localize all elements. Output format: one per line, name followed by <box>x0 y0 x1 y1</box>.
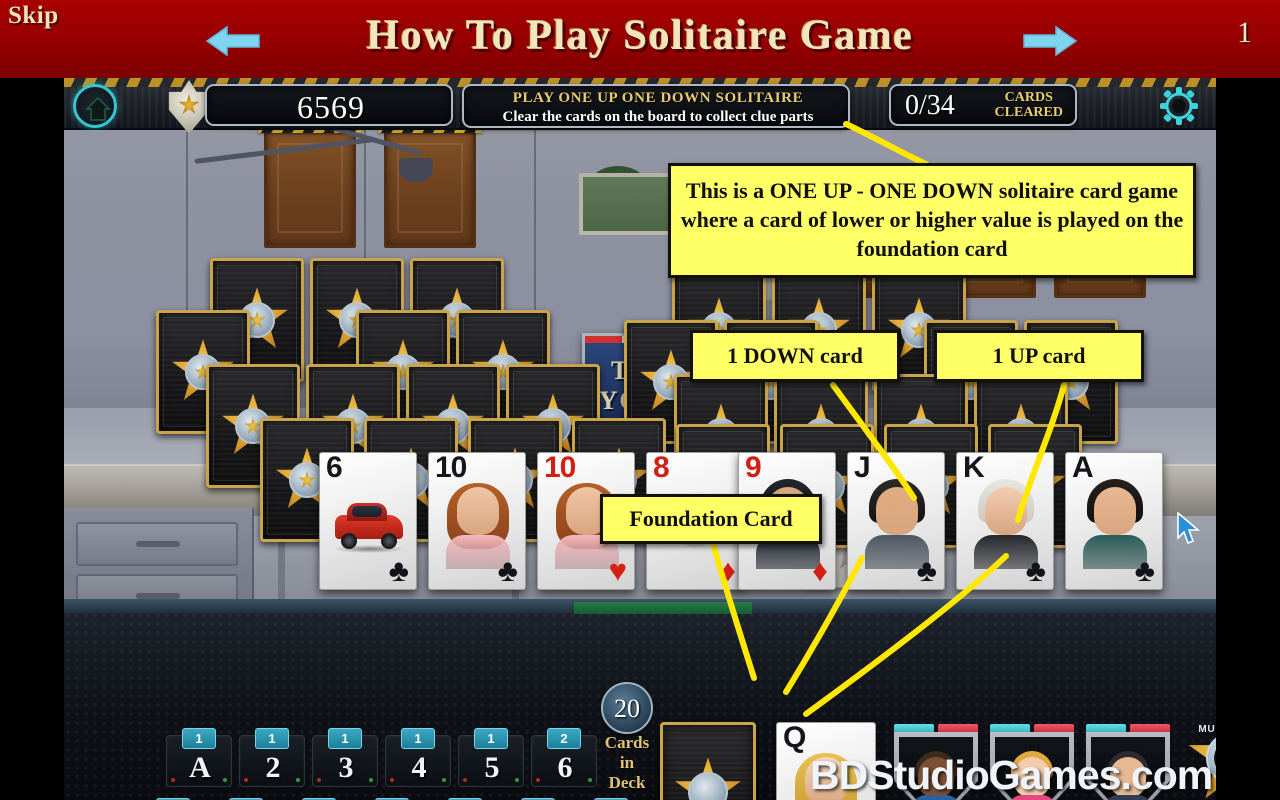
car-window <box>352 506 382 517</box>
rank-dot-left <box>390 778 394 782</box>
objective-title: PLAY ONE UP ONE DOWN SOLITAIRE <box>512 90 804 106</box>
rank-counter-count: 1 <box>182 728 216 749</box>
rank-dot-right <box>588 778 592 782</box>
rank-counter-count: 2 <box>547 728 581 749</box>
cards-cleared-label-line2: CLEARED <box>994 105 1063 120</box>
rank-counter-4[interactable]: 14 <box>385 728 451 787</box>
card-suit: ♣ <box>497 553 518 588</box>
rank-counter-2[interactable]: 12 <box>239 728 305 787</box>
open-card-6[interactable]: J ♣ <box>847 452 945 590</box>
home-icon[interactable] <box>73 84 117 128</box>
page-title: How To Play Solitaire Game <box>366 13 914 59</box>
rank-counter-A[interactable]: 1A <box>166 728 232 787</box>
page-number: 1 <box>1237 16 1252 49</box>
callout-main-rules[interactable]: This is a ONE UP - ONE DOWN solitaire ca… <box>668 163 1196 278</box>
next-page-arrow-icon[interactable] <box>1022 24 1078 58</box>
deck-pile-card-back[interactable] <box>660 722 756 800</box>
callout-one-down[interactable]: 1 DOWN card <box>690 330 900 382</box>
rank-dot-right <box>223 778 227 782</box>
card-suit: ♣ <box>916 553 937 588</box>
game-hud: 6569 PLAY ONE UP ONE DOWN SOLITAIRE Clea… <box>64 78 1216 134</box>
tutorial-header-bar: Skip How To Play Solitaire Game 1 <box>0 0 1280 78</box>
site-watermark: BDStudioGames.com <box>810 752 1213 798</box>
portrait-head <box>457 487 499 535</box>
objective-subtitle: Clear the cards on the board to collect … <box>502 109 814 125</box>
cards-cleared-label: CARDS CLEARED <box>995 90 1063 120</box>
portrait-head <box>985 487 1027 535</box>
card-suit: ♥ <box>608 553 627 588</box>
rank-dot-left <box>244 778 248 782</box>
rank-dot-right <box>515 778 519 782</box>
card-suit: ♣ <box>1025 553 1046 588</box>
open-card-7[interactable]: K ♣ <box>956 452 1054 590</box>
callout-one-up[interactable]: 1 UP card <box>934 330 1144 382</box>
deck-count-value: 20 <box>614 694 640 723</box>
cards-cleared-value: 0/34 <box>905 90 955 121</box>
rank-dot-right <box>442 778 446 782</box>
rank-counter-count: 1 <box>401 728 435 749</box>
card-suit: ♦ <box>720 553 736 588</box>
open-card-2[interactable]: 10 ♣ <box>428 452 526 590</box>
mouse-cursor-icon <box>1176 511 1202 551</box>
deck-label-line1: Cards <box>604 733 650 752</box>
card-suit: ♣ <box>388 553 409 588</box>
rank-dot-right <box>296 778 300 782</box>
rank-dot-right <box>369 778 373 782</box>
rank-counter-3[interactable]: 13 <box>312 728 378 787</box>
multiplier-word: MULTIPLIER <box>1198 724 1216 735</box>
car-wheel <box>381 533 397 549</box>
open-card-8[interactable]: A ♣ <box>1065 452 1163 590</box>
card-back-disc <box>688 772 728 800</box>
card-suit: ♦ <box>812 553 828 588</box>
objective-panel: PLAY ONE UP ONE DOWN SOLITAIRE Clear the… <box>462 84 850 128</box>
green-felt-strip <box>574 602 752 614</box>
rank-counter-6[interactable]: 26 <box>531 728 597 787</box>
open-card-1[interactable]: 6 ♣ <box>319 452 417 590</box>
portrait-head <box>1094 487 1136 535</box>
rank-dot-left <box>171 778 175 782</box>
score-panel: 6569 <box>205 84 453 126</box>
card-suit: ♣ <box>1134 553 1155 588</box>
rank-dot-left <box>463 778 467 782</box>
rank-dot-left <box>536 778 540 782</box>
portrait-head <box>876 487 918 535</box>
callout-foundation-card[interactable]: Foundation Card <box>600 494 822 544</box>
deck-count-badge: 20 <box>601 682 653 734</box>
gear-icon[interactable] <box>1157 84 1201 128</box>
cards-cleared-panel: 0/34 CARDS CLEARED <box>889 84 1077 126</box>
rank-counter-count: 1 <box>328 728 362 749</box>
rank-counter-count: 1 <box>255 728 289 749</box>
score-value: 6569 <box>297 89 365 125</box>
car-wheel <box>341 533 357 549</box>
rank-counter-5[interactable]: 15 <box>458 728 524 787</box>
rank-counter-count: 1 <box>474 728 508 749</box>
rank-dot-left <box>317 778 321 782</box>
cards-cleared-label-line1: CARDS <box>1004 90 1053 105</box>
